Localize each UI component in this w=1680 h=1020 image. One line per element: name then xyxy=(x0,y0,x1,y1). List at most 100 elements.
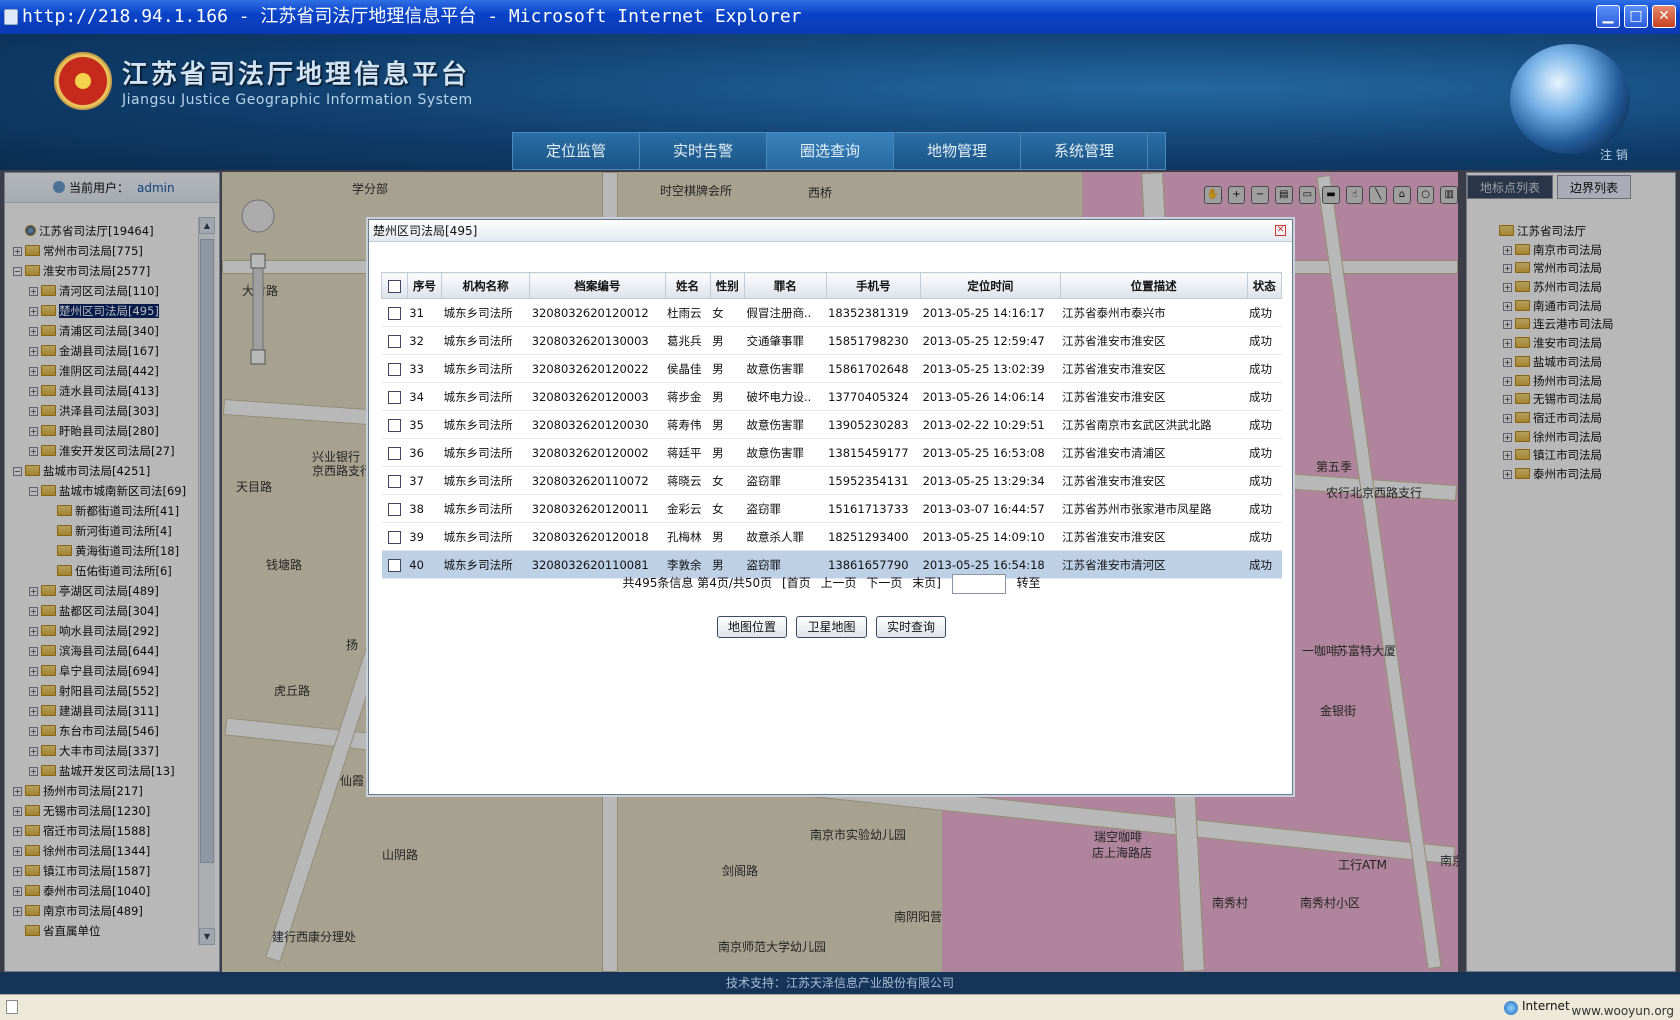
row-checkbox[interactable] xyxy=(387,390,401,404)
table-cell: 城东乡司法所 xyxy=(441,326,530,355)
nav-location-monitor[interactable]: 定位监管 xyxy=(513,133,640,169)
pager-prev-link[interactable]: 上一页 xyxy=(821,576,857,590)
table-cell: 2013-05-26 14:06:14 xyxy=(920,382,1061,411)
row-checkbox-cell xyxy=(381,410,408,439)
table-cell: 2013-05-25 13:29:34 xyxy=(920,466,1061,495)
table-cell: 男 xyxy=(710,382,745,411)
table-cell: 男 xyxy=(710,410,745,439)
column-header[interactable]: 序号 xyxy=(406,272,443,299)
goto-page-button[interactable]: 转至 xyxy=(1017,576,1041,590)
row-checkbox[interactable] xyxy=(387,334,401,348)
window-title: http://218.94.1.166 - 江苏省司法厅地理信息平台 - Mic… xyxy=(22,6,802,27)
maximize-button[interactable]: □ xyxy=(1624,5,1648,28)
table-row[interactable]: 33 城东乡司法所 3208032620120022 侯晶佳男故意伤害罪 1586170… xyxy=(381,354,1282,383)
table-cell: 城东乡司法所 xyxy=(441,466,530,495)
table-cell: 3208032620130003 xyxy=(529,326,665,355)
table-cell: 37 xyxy=(407,466,442,495)
table-row[interactable]: 32 城东乡司法所 3208032620130003 葛兆兵男交通肇事罪 1585179… xyxy=(381,326,1282,355)
column-header[interactable]: 位置描述 xyxy=(1059,272,1248,299)
table-row[interactable]: 38 城东乡司法所 3208032620120011 金彩云女盗窃罪 151617137… xyxy=(381,494,1282,523)
column-header[interactable]: 状态 xyxy=(1246,272,1283,299)
app-footer: 技术支持：江苏天泽信息产业股份有限公司 xyxy=(0,972,1680,994)
nav-area-query[interactable]: 圈选查询 xyxy=(767,133,894,169)
row-checkbox[interactable] xyxy=(387,446,401,460)
dialog-close-icon[interactable]: ✕ xyxy=(1275,225,1286,236)
pager-first-link[interactable]: [首页 xyxy=(782,576,811,590)
table-cell: 成功 xyxy=(1247,298,1282,327)
row-checkbox[interactable] xyxy=(387,502,401,516)
table-cell: 3208032620110072 xyxy=(529,466,665,495)
table-cell: 成功 xyxy=(1247,494,1282,523)
table-row[interactable]: 37 城东乡司法所 3208032620110072 蒋晓云女盗窃罪 159523541… xyxy=(381,466,1282,495)
table-row[interactable]: 39 城东乡司法所 3208032620120018 孔梅林男故意杀人罪 1825129… xyxy=(381,522,1282,551)
table-cell: 故意伤害罪 xyxy=(744,438,827,467)
table-cell: 女 xyxy=(710,298,745,327)
select-all-checkbox[interactable] xyxy=(387,279,401,293)
logout-link[interactable]: 注 销 xyxy=(1600,146,1628,163)
row-checkbox[interactable] xyxy=(387,418,401,432)
table-cell: 18352381319 xyxy=(826,298,921,327)
row-checkbox[interactable] xyxy=(387,474,401,488)
satellite-map-button[interactable]: 卫星地图 xyxy=(796,616,867,638)
dialog-title: 楚州区司法局[495] xyxy=(373,224,478,238)
table-cell: 2013-05-25 14:16:17 xyxy=(920,298,1061,327)
table-cell: 江苏省淮安市淮安区 xyxy=(1060,326,1248,355)
minimize-button[interactable]: ▁ xyxy=(1596,5,1620,28)
nav-realtime-alarm[interactable]: 实时告警 xyxy=(640,133,767,169)
app-title-cn: 江苏省司法厅地理信息平台 xyxy=(122,60,471,90)
table-row[interactable]: 35 城东乡司法所 3208032620120030 蒋寿伟男故意伤害罪 1390523… xyxy=(381,410,1282,439)
table-cell: 孔梅林 xyxy=(665,522,711,551)
table-cell: 江苏省淮安市淮安区 xyxy=(1060,382,1248,411)
realtime-query-button[interactable]: 实时查询 xyxy=(876,616,947,638)
page-status-icon xyxy=(6,1000,18,1014)
table-cell: 江苏省淮安市清浦区 xyxy=(1060,438,1248,467)
row-checkbox[interactable] xyxy=(387,558,401,572)
globe-graphic xyxy=(1510,44,1630,154)
table-cell: 18251293400 xyxy=(826,522,921,551)
table-row[interactable]: 36 城东乡司法所 3208032620120002 蒋廷平男故意伤害罪 1381545… xyxy=(381,438,1282,467)
map-location-button[interactable]: 地图位置 xyxy=(716,616,787,638)
table-cell: 3208032620120002 xyxy=(529,438,665,467)
column-header[interactable]: 档案编号 xyxy=(529,272,666,299)
pager-last-link[interactable]: 末页] xyxy=(912,576,941,590)
table-row[interactable]: 34 城东乡司法所 3208032620120003 蒋步金男破坏电力设.. 13770… xyxy=(381,382,1282,411)
table-cell: 成功 xyxy=(1247,410,1282,439)
column-header[interactable]: 定位时间 xyxy=(920,272,1061,299)
nav-system-management[interactable]: 系统管理 xyxy=(1021,133,1148,169)
dialog-actions: 地图位置 卫星地图 实时查询 xyxy=(369,616,1294,638)
table-cell: 32 xyxy=(407,326,442,355)
column-header[interactable]: 姓名 xyxy=(664,272,711,299)
table-cell: 江苏省淮安市淮安区 xyxy=(1060,466,1248,495)
column-header[interactable]: 机构名称 xyxy=(441,272,531,299)
column-header[interactable]: 手机号 xyxy=(825,272,922,299)
row-checkbox[interactable] xyxy=(387,306,401,320)
nav-feature-management[interactable]: 地物管理 xyxy=(894,133,1021,169)
row-checkbox-cell xyxy=(381,298,408,327)
table-cell: 女 xyxy=(710,494,745,523)
security-zone-label: Internet xyxy=(1522,999,1570,1013)
table-cell: 城东乡司法所 xyxy=(441,382,530,411)
table-cell: 13815459177 xyxy=(826,438,921,467)
goto-page-input[interactable] xyxy=(951,573,1006,594)
column-header[interactable]: 罪名 xyxy=(743,272,827,299)
table-cell: 成功 xyxy=(1247,382,1282,411)
row-checkbox[interactable] xyxy=(387,530,401,544)
table-cell: 34 xyxy=(407,382,442,411)
row-checkbox[interactable] xyxy=(387,362,401,376)
table-cell: 城东乡司法所 xyxy=(441,298,530,327)
ie-page-icon xyxy=(4,9,18,25)
row-checkbox-cell xyxy=(381,494,408,523)
table-cell: 江苏省南京市玄武区洪武北路 xyxy=(1060,410,1248,439)
table-cell: 39 xyxy=(407,522,442,551)
table-cell: 2013-05-25 16:53:08 xyxy=(920,438,1061,467)
table-cell: 江苏省淮安市淮安区 xyxy=(1060,522,1248,551)
table-cell: 2013-05-25 13:02:39 xyxy=(920,354,1061,383)
table-cell: 2013-03-07 16:44:57 xyxy=(920,494,1061,523)
pager-next-link[interactable]: 下一页 xyxy=(866,576,902,590)
dialog-header: 楚州区司法局[495] ✕ xyxy=(369,220,1292,242)
table-cell: 故意杀人罪 xyxy=(744,522,827,551)
table-row[interactable]: 31 城东乡司法所 3208032620120012 杜雨云女假冒注册商.. 18352… xyxy=(381,298,1282,327)
table-cell: 故意伤害罪 xyxy=(744,354,827,383)
close-window-button[interactable]: ✕ xyxy=(1652,5,1676,28)
column-header[interactable]: 性别 xyxy=(709,272,745,299)
